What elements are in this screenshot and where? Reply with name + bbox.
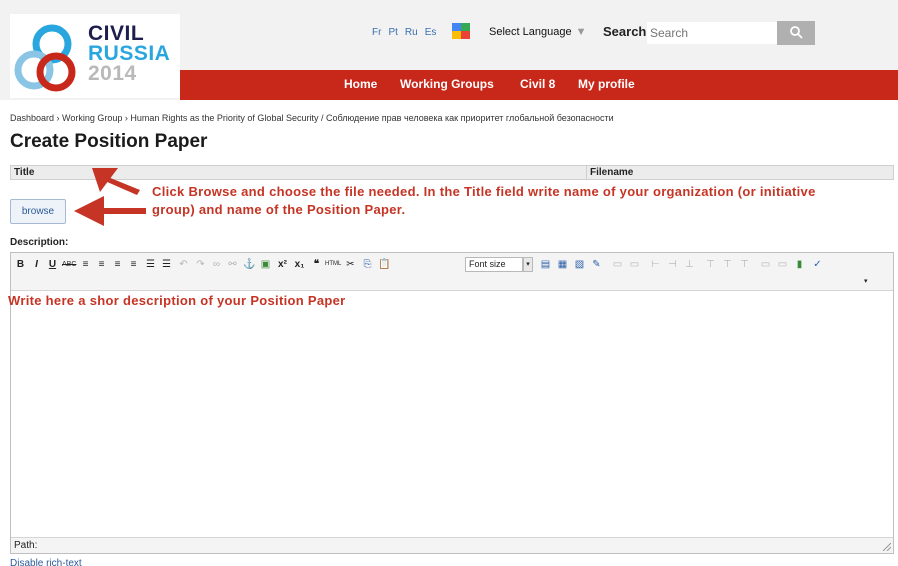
language-select-value: Select Language	[489, 26, 572, 38]
main-nav: Home Working Groups Civil 8 My profile	[180, 70, 898, 100]
merge-cells-icon[interactable]: ⊤	[738, 258, 751, 271]
align-center-icon[interactable]: ≡	[95, 258, 108, 271]
browse-button[interactable]: browse	[10, 199, 66, 224]
resize-handle-icon[interactable]	[881, 541, 891, 551]
logo-line-3: 2014	[88, 62, 137, 85]
select-all-icon[interactable]: ▧	[573, 258, 586, 271]
filename-column-header: Filename	[586, 165, 894, 180]
search-input[interactable]	[647, 22, 777, 44]
title-column-header: Title	[10, 165, 586, 180]
nav-working-groups[interactable]: Working Groups	[400, 77, 494, 91]
site-logo[interactable]: CIVIL RUSSIA 2014	[10, 14, 180, 98]
search-button[interactable]	[777, 21, 815, 45]
nav-my-profile[interactable]: My profile	[578, 77, 635, 91]
site-header: CIVIL RUSSIA 2014 Fr Pt Ru Es Select Langua…	[0, 0, 898, 100]
lang-link-pt[interactable]: Pt	[388, 27, 397, 38]
redo-icon[interactable]: ↷	[194, 258, 207, 271]
italic-icon[interactable]: I	[30, 258, 43, 271]
disable-rich-text-link[interactable]: Disable rich-text	[10, 558, 82, 566]
anchor-icon[interactable]: ⚓	[243, 258, 256, 271]
arrow-to-browse-icon	[74, 196, 146, 226]
editor-toolbar: B I U ABC ≡ ≡ ≡ ≡ ☰ ☰ ↶ ↷ ∞ ⚯ ⚓ ▣ x² x₁ …	[11, 253, 893, 291]
description-label: Description:	[10, 237, 69, 248]
numbered-list-icon[interactable]: ☰	[160, 258, 173, 271]
delete-row-icon[interactable]: ⊣	[666, 258, 679, 271]
lang-link-ru[interactable]: Ru	[405, 27, 418, 38]
logo-line-2: RUSSIA	[88, 42, 171, 65]
table-props-icon[interactable]: ▭	[628, 258, 641, 271]
insert-col-icon[interactable]: ⊤	[704, 258, 717, 271]
char-map-icon[interactable]: ▭	[776, 258, 789, 271]
toolbar-more-icon[interactable]: ▾	[864, 277, 868, 285]
subscript-icon[interactable]: x₁	[293, 258, 306, 271]
superscript-icon[interactable]: x²	[276, 258, 289, 271]
copy-icon[interactable]: ⎘	[361, 258, 374, 271]
unlink-icon[interactable]: ⚯	[226, 258, 239, 271]
cut-icon[interactable]: ✂	[344, 258, 357, 271]
google-translate-icon	[452, 23, 470, 39]
edit-icon[interactable]: ✎	[590, 258, 603, 271]
path-label: Path:	[14, 540, 38, 551]
logo-rings-icon	[14, 24, 76, 92]
blockquote-icon[interactable]: ❝	[310, 258, 323, 271]
browse-annotation: Click Browse and choose the file needed.…	[152, 184, 816, 217]
page-title: Create Position Paper	[10, 131, 208, 152]
paste-text-icon[interactable]: ▤	[539, 258, 552, 271]
spellcheck-icon[interactable]: ✓	[811, 258, 824, 271]
description-annotation: Write here a shor description of your Po…	[8, 293, 346, 308]
nav-civil-8[interactable]: Civil 8	[520, 77, 555, 91]
editor-statusbar: Path:	[11, 537, 893, 553]
hr-icon[interactable]: ▭	[759, 258, 772, 271]
language-select[interactable]: Select Language ▼	[489, 26, 586, 38]
media-icon[interactable]: ▮	[793, 258, 806, 271]
search-icon	[790, 25, 803, 39]
chevron-down-icon: ▼	[575, 26, 587, 38]
align-right-icon[interactable]: ≡	[111, 258, 124, 271]
link-icon[interactable]: ∞	[210, 258, 223, 271]
underline-icon[interactable]: U	[46, 258, 59, 271]
lang-link-fr[interactable]: Fr	[372, 27, 381, 38]
chevron-down-icon[interactable]: ▾	[523, 257, 533, 272]
table-icon[interactable]: ▭	[611, 258, 624, 271]
font-size-select[interactable]: Font size	[465, 257, 523, 272]
undo-icon[interactable]: ↶	[177, 258, 190, 271]
paste-word-icon[interactable]: ▦	[556, 258, 569, 271]
insert-row-icon[interactable]: ⊢	[649, 258, 662, 271]
bold-icon[interactable]: B	[14, 258, 27, 271]
language-links: Fr Pt Ru Es	[372, 27, 443, 38]
delete-col-icon[interactable]: ⊤	[721, 258, 734, 271]
nav-home[interactable]: Home	[344, 77, 377, 91]
image-icon[interactable]: ▣	[259, 258, 272, 271]
logo-line-1: CIVIL	[88, 22, 145, 45]
align-left-icon[interactable]: ≡	[79, 258, 92, 271]
strikethrough-icon[interactable]: ABC	[62, 258, 76, 271]
lang-link-es[interactable]: Es	[425, 27, 437, 38]
search-label: Search:	[603, 24, 651, 39]
bullet-list-icon[interactable]: ☰	[144, 258, 157, 271]
split-cell-icon[interactable]: ⊥	[683, 258, 696, 271]
logo-text: CIVIL RUSSIA 2014	[88, 22, 171, 85]
align-justify-icon[interactable]: ≡	[127, 258, 140, 271]
paste-icon[interactable]: 📋	[378, 258, 391, 271]
html-source-icon[interactable]: HTML	[325, 258, 341, 271]
breadcrumb[interactable]: Dashboard › Working Group › Human Rights…	[10, 113, 614, 123]
